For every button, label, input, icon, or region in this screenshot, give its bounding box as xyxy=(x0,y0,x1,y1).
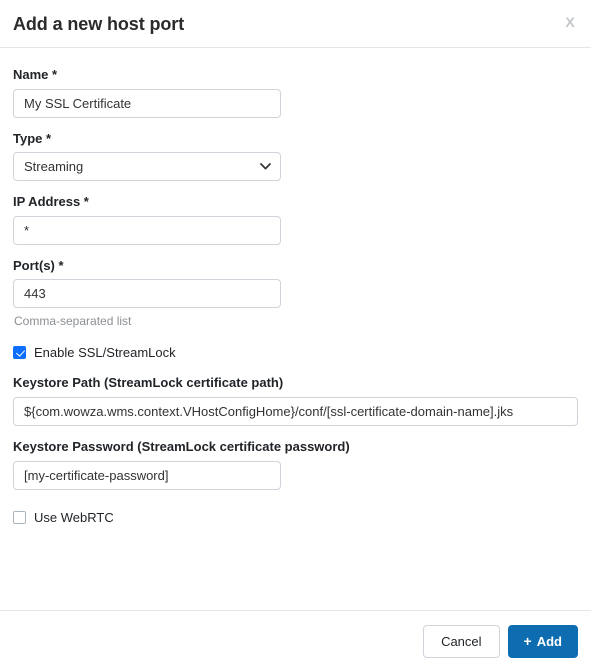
use-webrtc-row[interactable]: Use WebRTC xyxy=(13,510,578,526)
page-title: Add a new host port xyxy=(13,14,185,34)
add-host-port-dialog: Add a new host port X Name * Type * Stre… xyxy=(0,0,591,671)
plus-icon: + xyxy=(523,632,532,649)
field-group-ip-address: IP Address * xyxy=(13,194,578,245)
type-select-wrapper: Streaming xyxy=(13,152,281,182)
name-label: Name * xyxy=(13,67,58,82)
keystore-path-label: Keystore Path (StreamLock certificate pa… xyxy=(13,375,284,391)
enable-ssl-label[interactable]: Enable SSL/StreamLock xyxy=(34,345,176,361)
field-group-type: Type * Streaming xyxy=(13,131,578,182)
ip-address-label: IP Address * xyxy=(13,194,89,210)
dialog-body: Name * Type * Streaming IP Address * xyxy=(0,48,591,610)
ports-help-text: Comma-separated list xyxy=(14,314,132,329)
field-group-ports: Port(s) * Comma-separated list xyxy=(13,258,578,329)
type-label: Type * xyxy=(13,130,52,146)
name-input[interactable] xyxy=(13,88,281,118)
use-webrtc-checkbox[interactable] xyxy=(13,510,26,524)
cancel-button[interactable]: Cancel xyxy=(423,624,500,658)
enable-ssl-row[interactable]: Enable SSL/StreamLock xyxy=(13,345,578,361)
use-webrtc-label[interactable]: Use WebRTC xyxy=(34,510,114,526)
close-icon[interactable]: X xyxy=(559,11,581,33)
keystore-path-input[interactable] xyxy=(13,396,578,426)
add-button-label: Add xyxy=(536,633,562,649)
ports-label: Port(s) * xyxy=(13,257,64,273)
ports-input[interactable] xyxy=(13,279,281,309)
enable-ssl-checkbox[interactable] xyxy=(13,346,26,360)
keystore-password-label: Keystore Password (StreamLock certificat… xyxy=(13,438,350,454)
field-group-name: Name * xyxy=(13,67,578,118)
dialog-header: Add a new host port X xyxy=(0,0,591,48)
keystore-password-input[interactable] xyxy=(13,460,281,490)
ip-address-input[interactable] xyxy=(13,215,281,245)
add-button[interactable]: + Add xyxy=(507,624,578,658)
field-group-keystore-path: Keystore Path (StreamLock certificate pa… xyxy=(13,375,578,426)
type-select[interactable]: Streaming xyxy=(13,152,281,182)
field-group-keystore-password: Keystore Password (StreamLock certificat… xyxy=(13,439,578,490)
dialog-footer: Cancel + Add xyxy=(0,610,591,671)
